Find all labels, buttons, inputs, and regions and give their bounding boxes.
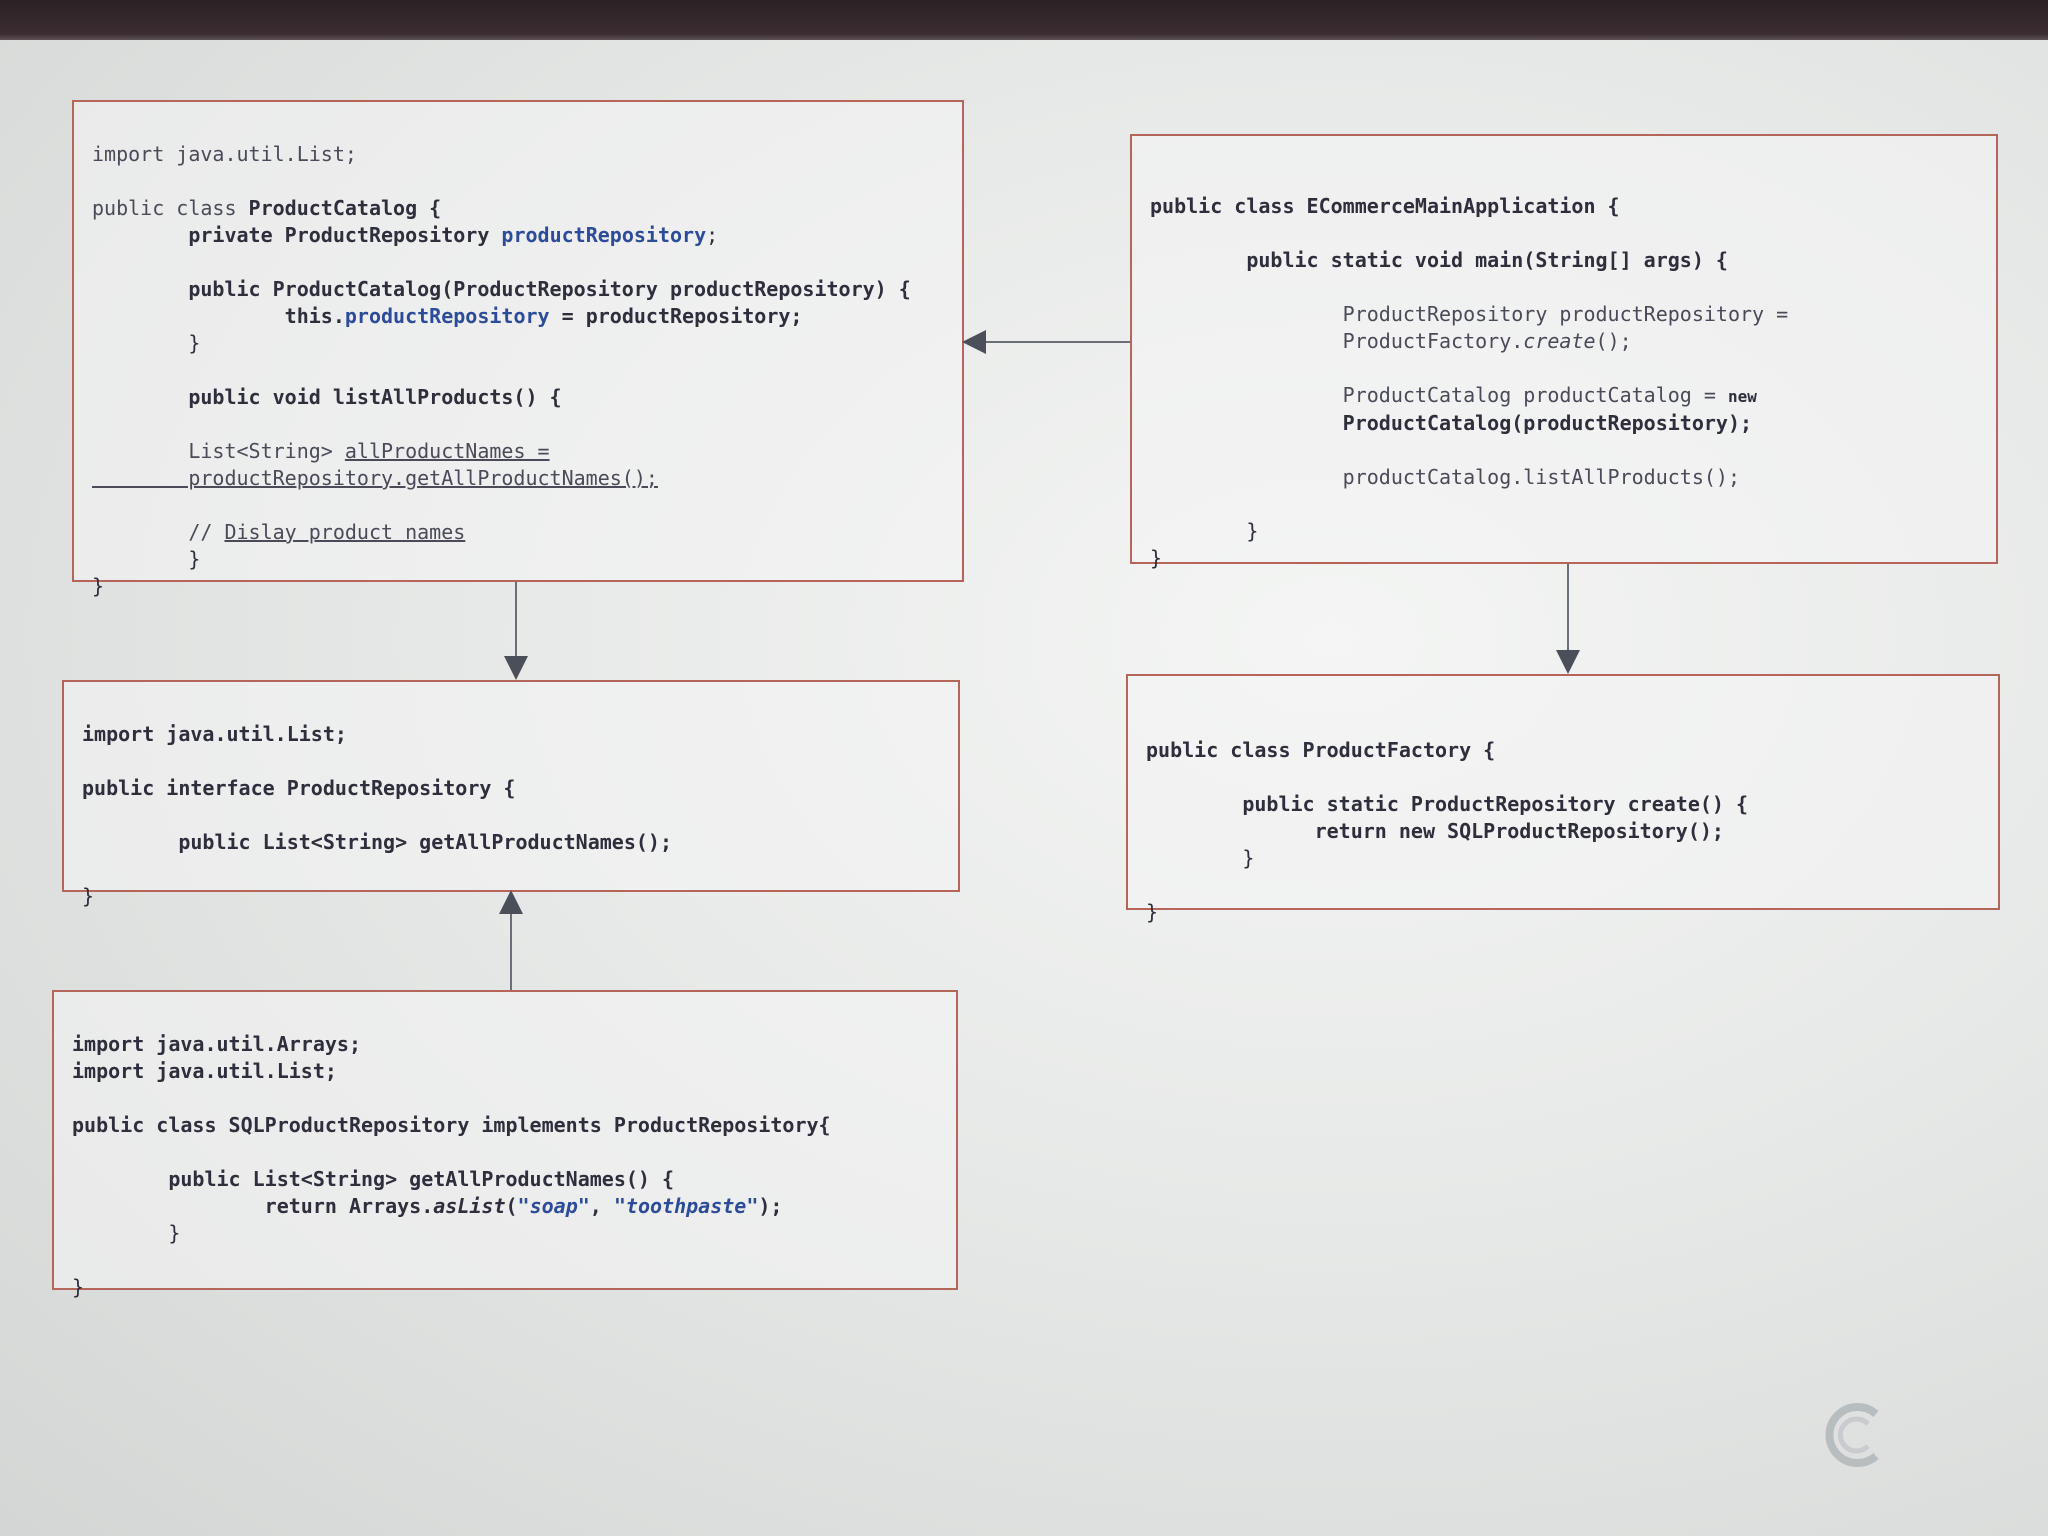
connector-arrows <box>499 330 1580 990</box>
logo-icon <box>1825 1403 1879 1467</box>
